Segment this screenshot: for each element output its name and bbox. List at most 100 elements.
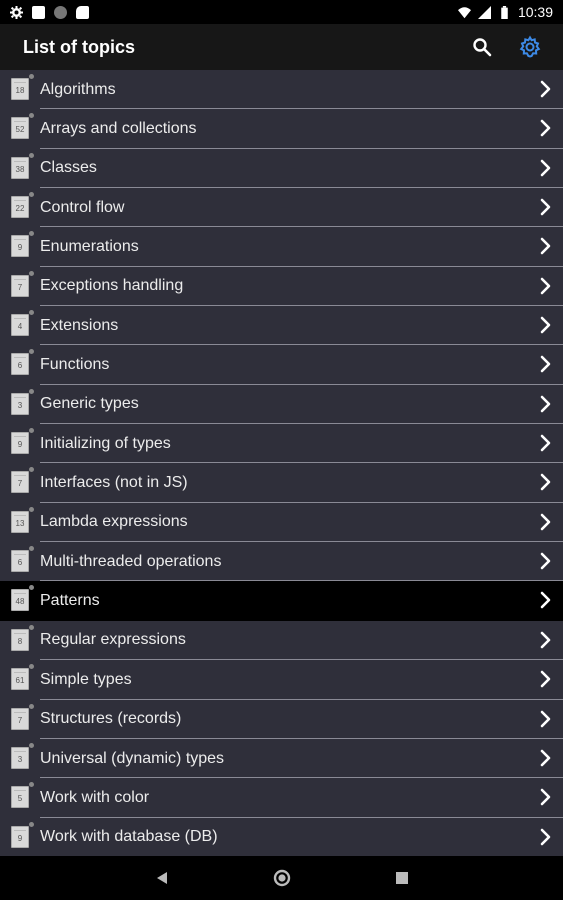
topic-count: 52 <box>15 125 25 135</box>
document-icon: 48 <box>11 589 29 612</box>
topic-count: 9 <box>17 440 23 450</box>
search-icon <box>473 38 492 57</box>
document-icon: 4 <box>11 314 29 337</box>
topic-count: 3 <box>17 400 23 410</box>
topic-count: 9 <box>17 243 23 253</box>
status-dot <box>29 742 34 748</box>
chevron-right-icon <box>540 198 551 216</box>
notification-icon <box>32 5 45 19</box>
topic-row[interactable]: 9 Work with database (DB) <box>0 817 563 857</box>
chevron-right-icon <box>540 120 551 137</box>
settings-icon <box>10 5 23 19</box>
topic-label: Simple types <box>40 670 132 688</box>
topic-row[interactable]: 8 Regular expressions <box>0 620 563 661</box>
topic-row[interactable]: 22 Control flow <box>0 188 563 228</box>
status-dot <box>29 624 34 630</box>
back-button[interactable] <box>152 868 172 888</box>
topic-row[interactable]: 9 Initializing of types <box>0 424 563 464</box>
chevron-right-icon <box>540 710 551 727</box>
sd-card-icon <box>76 5 89 19</box>
chevron-right-icon <box>540 238 551 255</box>
topic-count: 7 <box>17 715 23 725</box>
topic-row[interactable]: 61 Simple types <box>0 660 563 700</box>
chevron-right-icon <box>540 749 551 767</box>
status-dot <box>29 664 34 670</box>
topic-label: Work with color <box>40 788 150 806</box>
topic-label: Lambda expressions <box>40 513 188 531</box>
topic-row[interactable]: 52 Arrays and collections <box>0 109 563 149</box>
topic-row[interactable]: 5 Work with color <box>0 778 563 818</box>
settings-button[interactable] <box>517 34 543 60</box>
app-actions <box>469 34 563 60</box>
topic-count: 9 <box>17 833 23 843</box>
recents-button[interactable] <box>392 868 412 888</box>
topic-row[interactable]: 4 Extensions <box>0 306 563 346</box>
topic-count: 48 <box>15 597 25 607</box>
chevron-right-icon <box>540 592 551 609</box>
status-dot <box>29 388 34 394</box>
chevron-right-icon <box>540 670 551 688</box>
topic-row[interactable]: 7 Interfaces (not in JS) <box>0 463 563 503</box>
search-button[interactable] <box>469 34 495 60</box>
topic-count: 38 <box>15 164 25 174</box>
status-dot <box>29 113 34 119</box>
document-icon: 38 <box>11 156 29 179</box>
topic-row[interactable]: 13 Lambda expressions <box>0 502 563 543</box>
topic-row[interactable]: 6 Functions <box>0 345 563 385</box>
topic-label: Regular expressions <box>40 631 186 649</box>
topic-row[interactable]: 3 Universal (dynamic) types <box>0 738 563 779</box>
status-dot <box>29 310 34 316</box>
chevron-right-icon <box>540 356 551 373</box>
topic-row[interactable]: 7 Exceptions handling <box>0 266 563 307</box>
status-dot <box>29 428 34 434</box>
document-icon: 52 <box>11 117 29 140</box>
signal-icon <box>477 5 491 19</box>
topic-count: 22 <box>15 204 25 214</box>
topic-row[interactable]: 48 Patterns <box>0 581 563 621</box>
topic-row[interactable]: 3 Generic types <box>0 384 563 425</box>
topic-row[interactable]: 18 Algorithms <box>0 70 563 110</box>
topic-count: 7 <box>17 282 23 292</box>
topic-count: 13 <box>15 518 25 528</box>
document-icon: 9 <box>11 825 29 848</box>
wifi-icon <box>457 6 471 18</box>
topic-label: Enumerations <box>40 238 139 256</box>
topic-count: 6 <box>17 558 23 568</box>
topic-label: Patterns <box>40 592 100 610</box>
chevron-right-icon <box>540 474 551 491</box>
chevron-right-icon <box>540 316 551 334</box>
topic-label: Universal (dynamic) types <box>40 749 225 767</box>
chevron-right-icon <box>540 434 551 452</box>
status-dot <box>29 270 34 276</box>
topic-label: Algorithms <box>40 80 116 98</box>
topic-row[interactable]: 38 Classes <box>0 148 563 189</box>
topic-count: 18 <box>15 86 25 95</box>
status-dot <box>29 585 34 591</box>
topic-row[interactable]: 6 Multi-threaded operations <box>0 542 563 582</box>
circle-icon <box>54 5 67 19</box>
topic-label: Work with database (DB) <box>40 828 218 846</box>
chevron-right-icon <box>540 513 551 531</box>
status-dot <box>29 821 34 827</box>
chevron-right-icon <box>540 277 551 295</box>
gear-icon <box>519 35 541 58</box>
document-icon: 6 <box>11 353 29 376</box>
document-icon: 3 <box>11 746 29 769</box>
chevron-right-icon <box>540 828 551 845</box>
home-button[interactable] <box>272 868 292 888</box>
document-icon: 13 <box>11 510 29 533</box>
topic-count: 61 <box>15 676 25 686</box>
topic-label: Initializing of types <box>40 434 171 452</box>
document-icon: 6 <box>11 550 29 573</box>
topic-row[interactable]: 9 Enumerations <box>0 227 563 267</box>
topic-label: Control flow <box>40 198 125 216</box>
topic-label: Classes <box>40 159 97 177</box>
status-bar: 10:39 <box>0 0 563 24</box>
topic-row[interactable]: 7 Structures (records) <box>0 699 563 739</box>
home-icon <box>273 869 291 887</box>
chevron-right-icon <box>540 159 551 176</box>
status-time: 10:39 <box>517 4 553 20</box>
document-icon: 9 <box>11 235 29 258</box>
chevron-right-icon <box>540 788 551 806</box>
status-dot <box>29 703 34 709</box>
